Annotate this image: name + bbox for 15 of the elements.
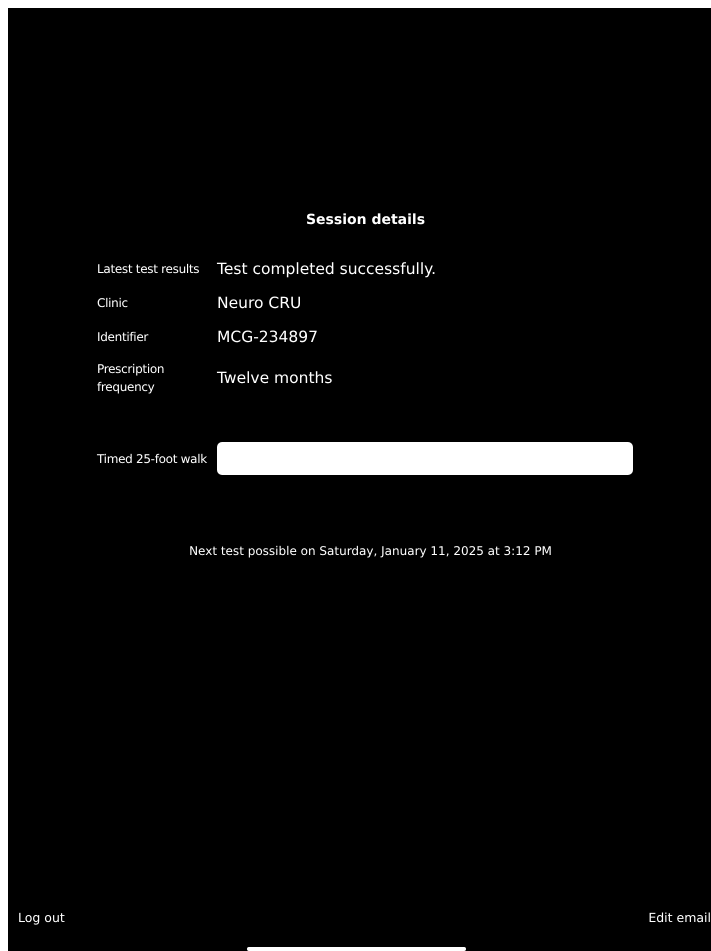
detail-value: Twelve months (217, 368, 334, 389)
input-field[interactable] (217, 442, 633, 475)
detail-label: Clinic (97, 295, 129, 312)
log-out-link[interactable]: Log out (18, 910, 65, 925)
edit-email-link[interactable]: Edit email (648, 910, 711, 925)
screen-title: Session details (304, 212, 426, 228)
detail-label: Latest test results (97, 261, 200, 278)
home-indicator[interactable] (247, 947, 466, 951)
detail-value: MCG-234897 (217, 327, 319, 348)
detail-value: Neuro CRU (217, 293, 302, 314)
detail-label: Identifier (97, 329, 150, 346)
detail-value: Test completed successfully. (217, 259, 438, 280)
detail-label: Prescription frequency (97, 361, 166, 396)
field-label: Timed 25-foot walk (97, 450, 208, 468)
next-test-text: Next test possible on Saturday, January 11, 2025 at 3:12 PM (188, 544, 553, 558)
